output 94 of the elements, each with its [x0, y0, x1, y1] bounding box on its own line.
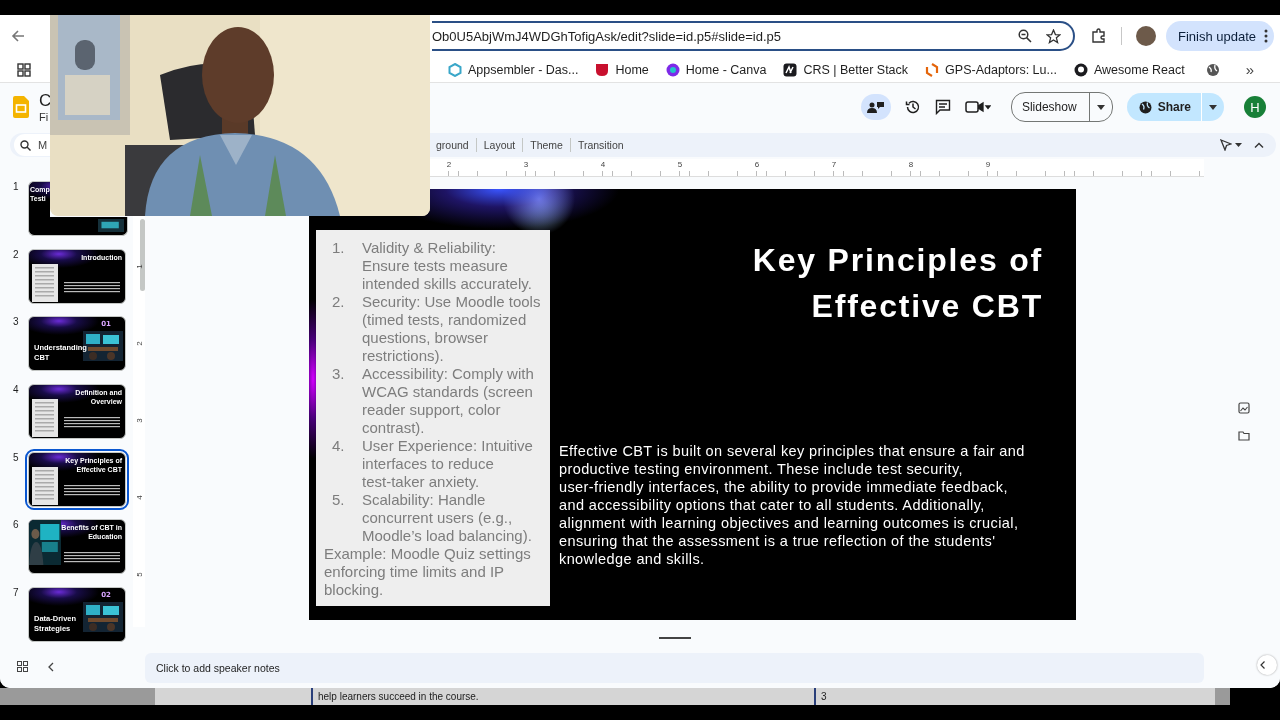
extensions-icon[interactable] — [1091, 28, 1107, 44]
text-lines-drawing — [64, 280, 120, 295]
person-chat-icon — [866, 100, 885, 114]
ruler-number: 4 — [134, 494, 144, 500]
comment-icon[interactable] — [934, 99, 951, 115]
ruler-number: 5 — [134, 571, 144, 577]
collapse-button[interactable] — [48, 661, 54, 672]
ruler-number: 3 — [134, 417, 144, 423]
url-text: Ob0U5AbjWmJ4WDGhTofigAsk/edit?slide=id.p5#slide=id.p5 — [432, 28, 782, 44]
globe-icon[interactable] — [1205, 62, 1220, 77]
toolbar-button[interactable]: Theme — [523, 139, 570, 151]
caret-icon — [1209, 104, 1217, 110]
text-lines-drawing — [32, 263, 58, 302]
slide-number: 4 — [12, 384, 20, 396]
history-icon[interactable] — [904, 99, 921, 115]
back-button[interactable] — [10, 28, 26, 44]
list-item-text: Security: Use Moodle tools (timed tests, randomized questions, browser restrictions). — [362, 293, 542, 365]
circle-logo-icon[interactable] — [665, 62, 680, 77]
list-number: 2. — [331, 293, 346, 312]
list-number: 5. — [331, 491, 346, 510]
bookmark[interactable]: Home - Canva — [665, 62, 767, 77]
speaker-notes-field[interactable]: Click to add speaker notes — [145, 653, 1204, 683]
slide-number: 7 — [12, 587, 20, 599]
apps-grid-icon[interactable] — [17, 62, 31, 77]
bookmark[interactable]: GPS-Adaptors: Lu... — [925, 62, 1057, 77]
folder-icon[interactable] — [1238, 431, 1250, 441]
back-arrow-icon — [10, 28, 26, 44]
star-icon[interactable] — [1046, 28, 1061, 44]
list-number: 3. — [331, 365, 346, 384]
zoom-icon[interactable] — [1018, 29, 1032, 43]
example-text: Example: Moodle Quiz settings enforcing time limits and IP blocking. — [324, 545, 532, 599]
list-item-text: Accessibility: Comply with WCAG standards (screen reader support, color contrast). — [362, 365, 535, 437]
more-bookmarks-button[interactable]: » — [1245, 61, 1254, 78]
ruler-number: 9 — [984, 159, 992, 171]
hexagon-icon[interactable] — [448, 62, 462, 77]
ruler-number: 2 — [445, 159, 453, 171]
grid-view-button[interactable] — [17, 661, 28, 672]
chevron-left-icon — [48, 661, 54, 672]
list-number: 1. — [331, 239, 346, 258]
grid-icon — [17, 661, 28, 672]
page-number: 3 — [821, 691, 827, 702]
toolbar-button[interactable]: Layout — [476, 139, 523, 151]
pointer-icon[interactable] — [1220, 139, 1232, 151]
bookmark[interactable]: Appsembler - Das... — [448, 62, 579, 77]
ruler-number: 6 — [753, 159, 761, 171]
slide-title: Key Principles of Effective CBT — [752, 241, 1043, 326]
resize-handle[interactable] — [658, 637, 691, 639]
slide-number: 1 — [12, 181, 20, 192]
scrollbar[interactable] — [140, 219, 145, 291]
caret-icon[interactable] — [1235, 143, 1242, 147]
bookmark[interactable]: CRS | Better Stack — [783, 62, 909, 77]
menu-search-field[interactable]: M — [14, 134, 50, 156]
list-item-text: Scalability: Handle concurrent users (e.g., Moodle’s load balancing). — [362, 491, 533, 545]
account-avatar[interactable]: H — [1244, 96, 1266, 118]
ruler-number: 7 — [830, 159, 838, 171]
ruler-number: 1 — [134, 263, 144, 269]
ruler-number: 4 — [599, 159, 607, 171]
brackets-logo-icon[interactable] — [925, 62, 940, 77]
caret-icon — [1096, 104, 1105, 110]
side-panel-toggle[interactable] — [1257, 655, 1277, 675]
search-icon — [20, 139, 31, 151]
ruler-number: 2 — [134, 340, 144, 346]
chevron-up-icon[interactable] — [1254, 142, 1264, 148]
more-icon — [1264, 29, 1269, 43]
video-camera-icon[interactable] — [964, 100, 991, 114]
chevron-left-icon — [1260, 661, 1265, 669]
finish-update-button[interactable]: Finish update — [1166, 21, 1275, 51]
toolbar-button[interactable]: Transition — [570, 139, 631, 151]
presenter-button[interactable] — [860, 94, 891, 120]
document-text: help learners succeed in the course. — [318, 691, 480, 702]
ruler-number: 8 — [907, 159, 915, 171]
ruler-number: 5 — [676, 159, 684, 171]
slide-number: 3 — [12, 316, 20, 328]
profile-avatar[interactable] — [1136, 26, 1156, 46]
toolbar-button[interactable]: ground — [429, 139, 476, 151]
menu-bar[interactable]: Fi — [39, 110, 52, 124]
slide-number: 6 — [12, 519, 20, 531]
text-lines-drawing — [32, 466, 58, 505]
bookmark[interactable]: Home — [595, 62, 649, 77]
shield-icon[interactable] — [595, 62, 610, 77]
globe-icon — [1138, 100, 1152, 114]
slide-number: 2 — [12, 248, 20, 260]
document-title[interactable]: C — [39, 90, 52, 111]
list-item-text: Validity & Reliability: Ensure tests measure intended skills accurately. — [362, 239, 533, 293]
bookmark[interactable]: Awesome React — [1073, 62, 1185, 77]
address-bar[interactable]: Ob0U5AbjWmJ4WDGhTofigAsk/edit?slide=id.p5#slide=id.p5 — [432, 21, 1075, 51]
slide-paragraph: Effective CBT is built on several key principles that ensure a fair and productive testing environment. These include test security, user-friendly interfaces, the ability to provide immediate feedback, and accessibility options that cater to all students. Additionally, alignment with learning objectives and learning outcomes is crucial, ensuring that the assessment is a true reflection of the students' knowledge and skills. — [559, 442, 1026, 568]
list-number: 4. — [331, 437, 346, 456]
square-logo-icon[interactable] — [783, 62, 798, 77]
list-item-text: User Experience: Intuitive interfaces to reduce test-taker anxiety. — [362, 437, 534, 491]
ruler-number: 3 — [522, 159, 530, 171]
text-lines-drawing — [32, 399, 58, 438]
text-lines-drawing — [64, 483, 120, 498]
slide-number: 5 — [12, 451, 20, 463]
